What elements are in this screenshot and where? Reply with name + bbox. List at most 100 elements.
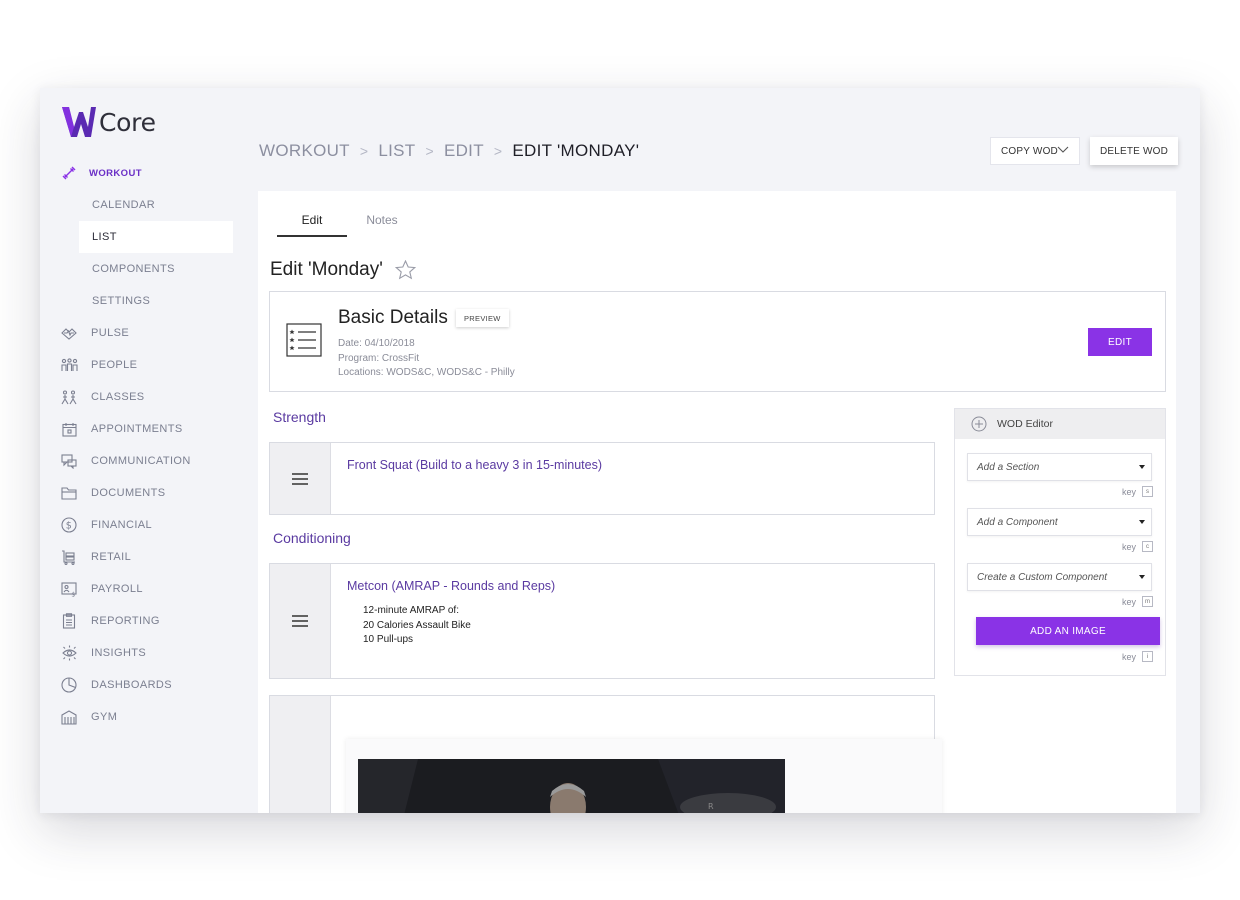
edit-details-button[interactable]: EDIT bbox=[1088, 328, 1152, 356]
component-card-metcon[interactable]: Metcon (AMRAP - Rounds and Reps) 12-minu… bbox=[269, 563, 935, 679]
star-icon[interactable] bbox=[394, 260, 416, 280]
plus-circle-icon[interactable] bbox=[971, 416, 987, 432]
add-section-select[interactable]: Add a Section bbox=[967, 453, 1152, 481]
delete-wod-button[interactable]: DELETE WOD bbox=[1090, 137, 1178, 165]
tab-notes[interactable]: Notes bbox=[347, 211, 417, 237]
sidebar-item-label: PAYROLL bbox=[91, 583, 143, 595]
breadcrumb-current: EDIT 'MONDAY' bbox=[512, 141, 640, 160]
sidebar-item-label: CALENDAR bbox=[92, 199, 156, 211]
sidebar-item-list[interactable]: LIST bbox=[79, 221, 233, 253]
wod-editor-title: WOD Editor bbox=[997, 418, 1054, 430]
sidebar-item-pulse[interactable]: PULSE bbox=[40, 317, 252, 349]
sidebar-item-label: PEOPLE bbox=[91, 359, 138, 371]
sidebar-item-label: DOCUMENTS bbox=[91, 487, 166, 499]
basic-details-meta: Date: 04/10/2018 Program: CrossFit Locat… bbox=[338, 337, 515, 381]
component-card-front-squat[interactable]: Front Squat (Build to a heavy 3 in 15-mi… bbox=[269, 442, 935, 515]
w-logo-icon bbox=[62, 107, 96, 137]
people-icon bbox=[60, 357, 78, 373]
sidebar-item-label: CLASSES bbox=[91, 391, 145, 403]
sidebar-item-settings[interactable]: SETTINGS bbox=[40, 285, 252, 317]
sidebar-item-insights[interactable]: INSIGHTS bbox=[40, 637, 252, 669]
section-title-strength: Strength bbox=[273, 409, 326, 425]
key-box: s bbox=[1142, 486, 1153, 497]
sidebar-item-workout[interactable]: WORKOUT bbox=[40, 157, 252, 189]
sidebar-item-payroll[interactable]: $ PAYROLL bbox=[40, 573, 252, 605]
image-frame: R bbox=[346, 739, 942, 813]
component-title[interactable]: Metcon (AMRAP - Rounds and Reps) bbox=[347, 579, 555, 593]
sidebar-item-label: COMMUNICATION bbox=[91, 455, 191, 467]
sidebar-item-label: APPOINTMENTS bbox=[91, 423, 183, 435]
svg-text:$: $ bbox=[71, 591, 75, 597]
component-title[interactable]: Front Squat (Build to a heavy 3 in 15-mi… bbox=[347, 458, 602, 472]
sidebar-item-appointments[interactable]: APPOINTMENTS bbox=[40, 413, 252, 445]
classes-icon bbox=[60, 389, 78, 405]
key-label: key bbox=[1121, 486, 1136, 497]
sidebar-item-label: SETTINGS bbox=[92, 295, 151, 307]
drag-handle-icon bbox=[292, 472, 308, 485]
sidebar-item-label: LIST bbox=[92, 231, 117, 243]
sidebar-item-gym[interactable]: GYM bbox=[40, 701, 252, 733]
drag-handle[interactable] bbox=[270, 443, 331, 514]
app-window: Core WORKOUT CALENDAR LIST COMPONENTS SE… bbox=[40, 88, 1200, 813]
delete-wod-label: DELETE WOD bbox=[1099, 145, 1169, 157]
sidebar-item-label: PULSE bbox=[91, 327, 130, 339]
checklist-icon bbox=[286, 323, 322, 362]
clipboard-icon bbox=[60, 613, 78, 629]
brand-name: Core bbox=[99, 107, 156, 137]
cart-icon bbox=[60, 549, 78, 565]
description-line: 20 Calories Assault Bike bbox=[363, 619, 471, 631]
sidebar-item-label: INSIGHTS bbox=[91, 647, 147, 659]
add-component-label: Add a Component bbox=[977, 516, 1058, 528]
sidebar-item-label: REPORTING bbox=[91, 615, 160, 627]
svg-text:$: $ bbox=[66, 521, 72, 532]
logo[interactable]: Core bbox=[61, 104, 156, 140]
sidebar-item-communication[interactable]: COMMUNICATION bbox=[40, 445, 252, 477]
sidebar-item-financial[interactable]: $ FINANCIAL bbox=[40, 509, 252, 541]
dollar-icon: $ bbox=[60, 517, 78, 533]
caret-down-icon bbox=[1139, 520, 1145, 524]
drag-handle[interactable] bbox=[270, 696, 331, 813]
basic-details-card: Basic Details PREVIEW Date: 04/10/2018 P… bbox=[269, 291, 1166, 392]
sidebar-item-components[interactable]: COMPONENTS bbox=[40, 253, 252, 285]
workout-photo: R bbox=[358, 759, 785, 813]
add-component-select[interactable]: Add a Component bbox=[967, 508, 1152, 536]
sidebar-item-classes[interactable]: CLASSES bbox=[40, 381, 252, 413]
key-hint-image: key i bbox=[1122, 651, 1153, 662]
key-label: key bbox=[1121, 651, 1136, 662]
pulse-icon bbox=[60, 325, 78, 341]
breadcrumb-list[interactable]: LIST bbox=[378, 141, 415, 161]
sidebar-item-dashboards[interactable]: DASHBOARDS bbox=[40, 669, 252, 701]
key-box: m bbox=[1142, 596, 1153, 607]
sidebar-item-people[interactable]: PEOPLE bbox=[40, 349, 252, 381]
sidebar-item-calendar[interactable]: CALENDAR bbox=[40, 189, 252, 221]
key-box: i bbox=[1142, 651, 1153, 662]
caret-down-icon bbox=[1139, 575, 1145, 579]
breadcrumb-edit[interactable]: EDIT bbox=[444, 141, 484, 161]
basic-details-title: Basic Details bbox=[338, 307, 448, 328]
component-card-image[interactable]: R bbox=[269, 695, 942, 813]
tab-bar: Edit Notes bbox=[277, 211, 417, 237]
key-hint-section: key s bbox=[1122, 486, 1153, 497]
sidebar-nav: WORKOUT CALENDAR LIST COMPONENTS SETTING… bbox=[40, 157, 252, 733]
key-box: c bbox=[1142, 541, 1153, 552]
sidebar-item-retail[interactable]: RETAIL bbox=[40, 541, 252, 573]
copy-wod-dropdown[interactable]: COPY WOD bbox=[990, 137, 1080, 165]
sidebar-item-label: COMPONENTS bbox=[92, 263, 175, 275]
payroll-icon: $ bbox=[60, 581, 78, 597]
svg-text:R: R bbox=[708, 802, 714, 811]
key-label: key bbox=[1121, 596, 1136, 607]
add-image-button[interactable]: ADD AN IMAGE bbox=[976, 617, 1160, 645]
tab-edit[interactable]: Edit bbox=[277, 211, 347, 237]
key-hint-custom: key m bbox=[1122, 596, 1153, 607]
preview-button[interactable]: PREVIEW bbox=[456, 309, 509, 327]
sidebar-item-reporting[interactable]: REPORTING bbox=[40, 605, 252, 637]
breadcrumb-workout[interactable]: WORKOUT bbox=[259, 141, 350, 161]
details-locations: Locations: WODS&C, WODS&C - Philly bbox=[338, 367, 515, 378]
custom-component-select[interactable]: Create a Custom Component bbox=[967, 563, 1152, 591]
sidebar-item-documents[interactable]: DOCUMENTS bbox=[40, 477, 252, 509]
description-line: 12-minute AMRAP of: bbox=[363, 605, 459, 616]
sidebar-item-label: WORKOUT bbox=[89, 168, 142, 179]
wod-editor-header: WOD Editor bbox=[955, 409, 1165, 439]
details-date: Date: 04/10/2018 bbox=[338, 338, 415, 349]
drag-handle[interactable] bbox=[270, 564, 331, 678]
